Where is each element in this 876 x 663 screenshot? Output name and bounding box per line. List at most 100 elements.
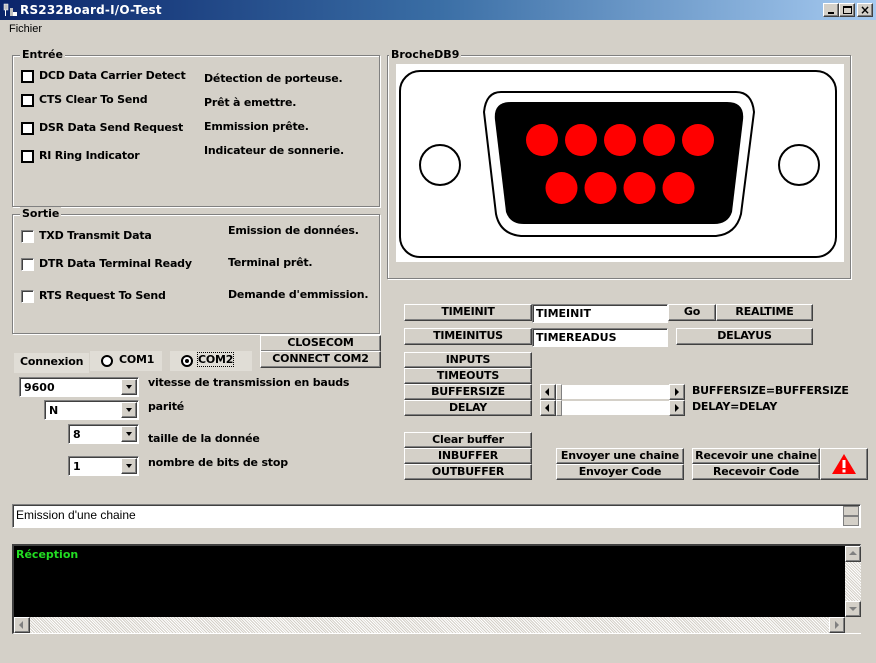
send-code-button[interactable]: Envoyer Code: [556, 464, 684, 480]
reception-vscrollbar[interactable]: [845, 546, 861, 617]
db9-pin-9: [662, 172, 695, 204]
reception-text: Réception: [16, 548, 79, 561]
warning-icon: [832, 454, 856, 474]
buffersize-button[interactable]: BUFFERSIZE: [404, 384, 532, 400]
window-title: RS232Board-I/O-Test: [20, 3, 162, 17]
delay-scroll-thumb[interactable]: [556, 400, 562, 416]
dtr-description: Terminal prêt.: [228, 256, 313, 269]
txd-description: Emission de données.: [228, 224, 359, 237]
delay-button[interactable]: DELAY: [404, 400, 532, 416]
outbuffer-button[interactable]: OUTBUFFER: [404, 464, 532, 480]
rts-description: Demande d'emmission.: [228, 288, 369, 301]
dcd-checkbox[interactable]: [21, 70, 34, 83]
db9-mounting-hole-right: [778, 144, 820, 186]
app-icon: [3, 3, 17, 16]
sortie-legend: Sortie: [20, 207, 62, 220]
alert-button[interactable]: [820, 448, 868, 480]
inbuffer-button[interactable]: INBUFFER: [404, 448, 532, 464]
emission-scroll-down-icon[interactable]: [843, 516, 859, 526]
connect-com2-button[interactable]: CONNECT COM2: [260, 351, 381, 368]
menu-fichier[interactable]: Fichier: [9, 23, 42, 35]
dcd-label: DCD Data Carrier Detect: [39, 69, 186, 82]
data-size-select[interactable]: 8: [68, 424, 139, 444]
delay-scrollbar[interactable]: [540, 400, 685, 416]
com1-label[interactable]: COM1: [119, 353, 154, 366]
stop-bits-select[interactable]: 1: [68, 456, 139, 476]
rts-checkbox[interactable]: [21, 290, 34, 303]
delay-readout: DELAY=DELAY: [692, 400, 778, 413]
cts-description: Prêt à emettre.: [204, 96, 297, 109]
scroll-right-arrow-icon[interactable]: [829, 617, 845, 633]
chevron-down-icon[interactable]: [121, 402, 137, 418]
scroll-down-arrow-icon[interactable]: [845, 601, 861, 617]
timeouts-button[interactable]: TIMEOUTS: [404, 368, 532, 384]
rts-label: RTS Request To Send: [39, 289, 166, 302]
com1-radio[interactable]: [101, 355, 113, 367]
title-bar: RS232Board-I/O-Test ×: [0, 0, 876, 20]
delayus-button[interactable]: DELAYUS: [676, 328, 813, 345]
db9-pin-7: [584, 172, 617, 204]
parity-value: N: [49, 404, 59, 417]
stop-bits-label: nombre de bits de stop: [148, 456, 288, 469]
scroll-right-arrow-icon[interactable]: [669, 400, 685, 416]
scroll-left-arrow-icon[interactable]: [14, 617, 30, 633]
closecom-button[interactable]: CLOSECOM: [260, 335, 381, 352]
timeinit-button[interactable]: TIMEINIT: [404, 304, 532, 321]
chevron-down-icon[interactable]: [121, 458, 137, 474]
dsr-label: DSR Data Send Request: [39, 121, 184, 134]
send-string-button[interactable]: Envoyer une chaine: [556, 448, 684, 464]
scroll-left-arrow-icon[interactable]: [540, 400, 556, 416]
reception-content: Réception: [14, 546, 845, 617]
chevron-down-icon[interactable]: [121, 426, 137, 442]
db9-pin-2: [565, 124, 597, 156]
realtime-button[interactable]: REALTIME: [716, 304, 813, 321]
emission-textarea[interactable]: Emission d'une chaine: [12, 504, 861, 528]
ri-checkbox[interactable]: [21, 150, 34, 163]
reception-area[interactable]: Réception: [12, 544, 861, 634]
db9-pin-3: [604, 124, 636, 156]
chevron-down-icon[interactable]: [121, 379, 137, 395]
db9-pin-4: [643, 124, 675, 156]
db9-pin-5: [682, 124, 714, 156]
parity-select[interactable]: N: [44, 400, 139, 420]
buffersize-scrollbar[interactable]: [540, 384, 685, 400]
baud-rate-label: vitesse de transmission en bauds: [148, 376, 350, 389]
scroll-right-arrow-icon[interactable]: [669, 384, 685, 400]
db9-connector-diagram: [396, 64, 844, 262]
minimize-icon: [828, 12, 834, 14]
reception-hscrollbar[interactable]: [14, 617, 845, 633]
dtr-label: DTR Data Terminal Ready: [39, 257, 192, 270]
timereadus-field[interactable]: TIMEREADUS: [532, 328, 668, 347]
com2-label[interactable]: COM2: [196, 352, 235, 367]
baud-rate-select[interactable]: 9600: [19, 377, 139, 397]
receive-string-button[interactable]: Recevoir une chaine: [692, 448, 820, 464]
timeinitus-button[interactable]: TIMEINITUS: [404, 328, 532, 345]
baud-rate-value: 9600: [24, 381, 55, 394]
db9-pin-1: [526, 124, 558, 156]
timeinit-field[interactable]: TIMEINIT: [532, 304, 668, 323]
parity-label: parité: [148, 400, 185, 413]
cts-checkbox[interactable]: [21, 94, 34, 107]
db9-mounting-hole-left: [419, 144, 461, 186]
emission-scroll-up-icon[interactable]: [843, 506, 859, 516]
receive-code-button[interactable]: Recevoir Code: [692, 464, 820, 480]
dcd-description: Détection de porteuse.: [204, 72, 343, 85]
dsr-description: Emmission prête.: [204, 120, 309, 133]
maximize-button[interactable]: [839, 3, 855, 17]
inputs-button[interactable]: INPUTS: [404, 352, 532, 368]
close-button[interactable]: ×: [857, 3, 873, 17]
clear-buffer-button[interactable]: Clear buffer: [404, 432, 532, 448]
txd-checkbox[interactable]: [21, 230, 34, 243]
txd-label: TXD Transmit Data: [39, 229, 152, 242]
broche-legend: BrocheDB9: [389, 48, 462, 61]
go-button[interactable]: Go: [668, 304, 716, 321]
minimize-button[interactable]: [823, 3, 839, 17]
scroll-up-arrow-icon[interactable]: [845, 546, 861, 562]
data-size-value: 8: [73, 428, 81, 441]
db9-pin-8: [623, 172, 656, 204]
buffersize-scroll-thumb[interactable]: [556, 384, 562, 400]
com2-radio[interactable]: [181, 355, 193, 367]
scroll-left-arrow-icon[interactable]: [540, 384, 556, 400]
dsr-checkbox[interactable]: [21, 122, 34, 135]
dtr-checkbox[interactable]: [21, 258, 34, 271]
